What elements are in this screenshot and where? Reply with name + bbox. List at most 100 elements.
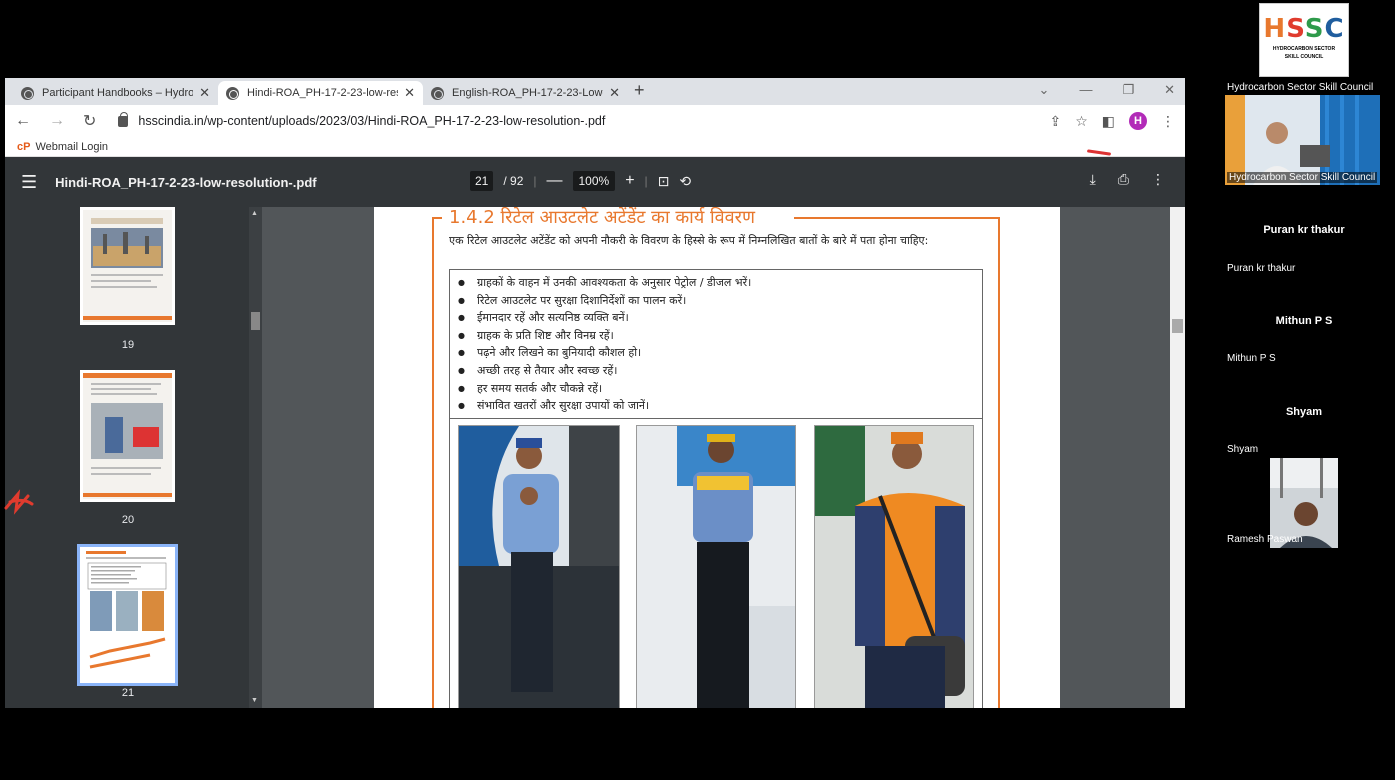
share-icon[interactable]: ⇪: [1049, 113, 1061, 130]
browser-window: Participant Handbooks – Hydroc ✕ Hindi-R…: [5, 78, 1185, 708]
pdf-filename: Hindi-ROA_PH-17-2-23-low-resolution-.pdf: [55, 174, 317, 190]
divider: |: [644, 174, 648, 188]
participant-label: Puran kr thakur: [1227, 263, 1296, 274]
zoom-out-icon[interactable]: —: [547, 172, 563, 190]
menu-kebab-icon[interactable]: ⋮: [1161, 113, 1175, 130]
participant-tile-name[interactable]: Mithun P S: [1224, 315, 1384, 327]
list-item: अच्छी तरह से तैयार और स्वच्छ रहें।: [458, 362, 974, 380]
photo-row: [449, 419, 983, 708]
page-frame: [998, 217, 1000, 708]
pdf-page: 1.4.2 रिटेल आउटलेट अटेंडेंट का कार्य विव…: [374, 207, 1060, 708]
star-icon[interactable]: ☆: [1075, 113, 1088, 130]
reload-icon[interactable]: ↻: [83, 111, 96, 131]
annotation-scribble: [4, 489, 34, 515]
bookmarks-bar: cP Webmail Login: [5, 137, 1185, 157]
zoom-input[interactable]: 100%: [572, 171, 616, 191]
download-icon[interactable]: ⤓: [1090, 171, 1096, 188]
host-caption: Hydrocarbon Sector Skill Council: [1227, 172, 1378, 183]
list-item: ग्राहक के प्रति शिष्ट और विनम्र रहें।: [458, 327, 974, 345]
address-toolbar: ← → ↻ hsscindia.in/wp-content/uploads/20…: [5, 105, 1185, 137]
tab-title: Hindi-ROA_PH-17-2-23-low-reso: [247, 87, 399, 99]
page-number-input[interactable]: 21: [470, 171, 494, 191]
thumbnail-label: 21: [121, 687, 135, 699]
thumbnail-label: 19: [121, 339, 135, 351]
screen: Participant Handbooks – Hydroc ✕ Hindi-R…: [0, 0, 1395, 780]
thumbnail-image: [80, 547, 175, 683]
divider: |: [533, 174, 537, 188]
forward-arrow-icon[interactable]: →: [49, 112, 65, 130]
scroll-up-icon[interactable]: ▲: [251, 210, 258, 217]
new-tab-button[interactable]: +: [634, 80, 645, 101]
page-frame: [432, 217, 442, 219]
rotate-icon[interactable]: ⟲: [679, 173, 691, 190]
list-item: ईमानदार रहें और सत्यनिष्ठ व्यक्ति बनें।: [458, 309, 974, 327]
section-heading: 1.4.2 रिटेल आउटलेट अटेंडेंट का कार्य विव…: [449, 207, 756, 228]
page-total: / 92: [503, 174, 524, 188]
globe-icon: [226, 86, 239, 100]
close-window-icon[interactable]: ✕: [1164, 82, 1175, 98]
host-name-label: Hydrocarbon Sector Skill Council: [1227, 82, 1374, 93]
participant-caption: Ramesh Paswan: [1227, 534, 1303, 545]
list-item: ग्राहकों के वाहन में उनकी आवश्यकता के अन…: [458, 274, 974, 292]
tab-search-icon[interactable]: ⌄: [1039, 82, 1050, 98]
globe-icon: [431, 86, 444, 100]
attendant-photo-1: [458, 425, 620, 708]
bullet-list: ग्राहकों के वाहन में उनकी आवश्यकता के अन…: [449, 269, 983, 419]
pdf-viewport: 19 20 21 ▲ ▼ 1.4.2 रिटेल आउटलेट अटेंडेंट…: [5, 207, 1185, 708]
thumbnail-page-20[interactable]: [80, 370, 175, 502]
minimize-icon[interactable]: —: [1079, 82, 1092, 98]
thumbnail-image: [83, 373, 172, 499]
thumbnail-label: 20: [121, 514, 135, 526]
print-icon[interactable]: ⎙: [1118, 171, 1129, 188]
thumbnail-sidebar: 19 20 21: [5, 207, 262, 708]
zoom-in-icon[interactable]: +: [625, 172, 634, 190]
lock-icon[interactable]: [118, 111, 129, 127]
list-item: संभावित खतरों और सुरक्षा उपायों को जानें…: [458, 397, 974, 415]
close-icon[interactable]: ✕: [404, 85, 415, 101]
scroll-down-icon[interactable]: ▼: [251, 697, 258, 704]
logo-subtitle: HYDROCARBON SECTOR: [1272, 46, 1336, 52]
thumbnail-page-19[interactable]: [80, 207, 175, 325]
thumbnail-page-21[interactable]: [77, 544, 178, 686]
url-bar[interactable]: hsscindia.in/wp-content/uploads/2023/03/…: [138, 114, 1049, 128]
pdf-toolbar: ☰ Hindi-ROA_PH-17-2-23-low-resolution-.p…: [5, 157, 1185, 207]
participant-tile-name[interactable]: Puran kr thakur: [1224, 224, 1384, 236]
close-icon[interactable]: ✕: [609, 85, 620, 101]
tab-english-pdf[interactable]: English-ROA_PH-17-2-23-Low-R ✕: [423, 81, 628, 105]
fit-page-icon[interactable]: ⊡: [658, 173, 670, 190]
logo-subtitle: SKILL COUNCIL: [1284, 54, 1324, 60]
page-frame: [432, 217, 434, 708]
globe-icon: [21, 86, 34, 100]
page-scrollbar[interactable]: [1170, 207, 1185, 708]
participant-tile-name[interactable]: Shyam: [1224, 406, 1384, 418]
page-scroll-thumb[interactable]: [1172, 319, 1183, 333]
tab-title: English-ROA_PH-17-2-23-Low-R: [452, 87, 604, 99]
restore-icon[interactable]: ❐: [1122, 82, 1134, 98]
tab-hindi-pdf[interactable]: Hindi-ROA_PH-17-2-23-low-reso ✕: [218, 81, 423, 105]
thumbnail-image: [83, 210, 172, 322]
participant-label: Mithun P S: [1227, 353, 1276, 364]
window-controls: ⌄ — ❐ ✕: [1039, 82, 1175, 98]
profile-avatar[interactable]: H: [1129, 112, 1147, 130]
list-item: हर समय सतर्क और चौकन्ने रहें।: [458, 380, 974, 398]
page-frame: [794, 217, 1000, 219]
sidebar-scroll-thumb[interactable]: [251, 312, 260, 330]
logo-text: HSSC: [1263, 14, 1345, 44]
hssc-logo: HSSC HYDROCARBON SECTOR SKILL COUNCIL: [1259, 3, 1349, 77]
attendant-photo-2: [636, 425, 796, 708]
webmail-icon: cP: [17, 140, 31, 153]
menu-icon[interactable]: ☰: [21, 172, 37, 193]
close-icon[interactable]: ✕: [199, 85, 210, 101]
back-arrow-icon[interactable]: ←: [15, 112, 31, 130]
sidebar-scrollbar[interactable]: [249, 207, 262, 708]
participant-label: Shyam: [1227, 444, 1259, 455]
tab-title: Participant Handbooks – Hydroc: [42, 87, 194, 99]
intro-paragraph: एक रिटेल आउटलेट अटेंडेंट को अपनी नौकरी क…: [449, 234, 929, 247]
list-item: रिटेल आउटलेट पर सुरक्षा दिशानिर्देशों का…: [458, 292, 974, 310]
bookmark-webmail-login[interactable]: Webmail Login: [35, 141, 108, 153]
side-panel-icon[interactable]: ◧: [1102, 113, 1115, 130]
tab-bar: Participant Handbooks – Hydroc ✕ Hindi-R…: [5, 78, 1185, 105]
tab-participant-handbooks[interactable]: Participant Handbooks – Hydroc ✕: [13, 81, 218, 105]
more-options-icon[interactable]: ⋮: [1151, 171, 1165, 188]
list-item: पढ़ने और लिखने का बुनियादी कौशल हो।: [458, 344, 974, 362]
